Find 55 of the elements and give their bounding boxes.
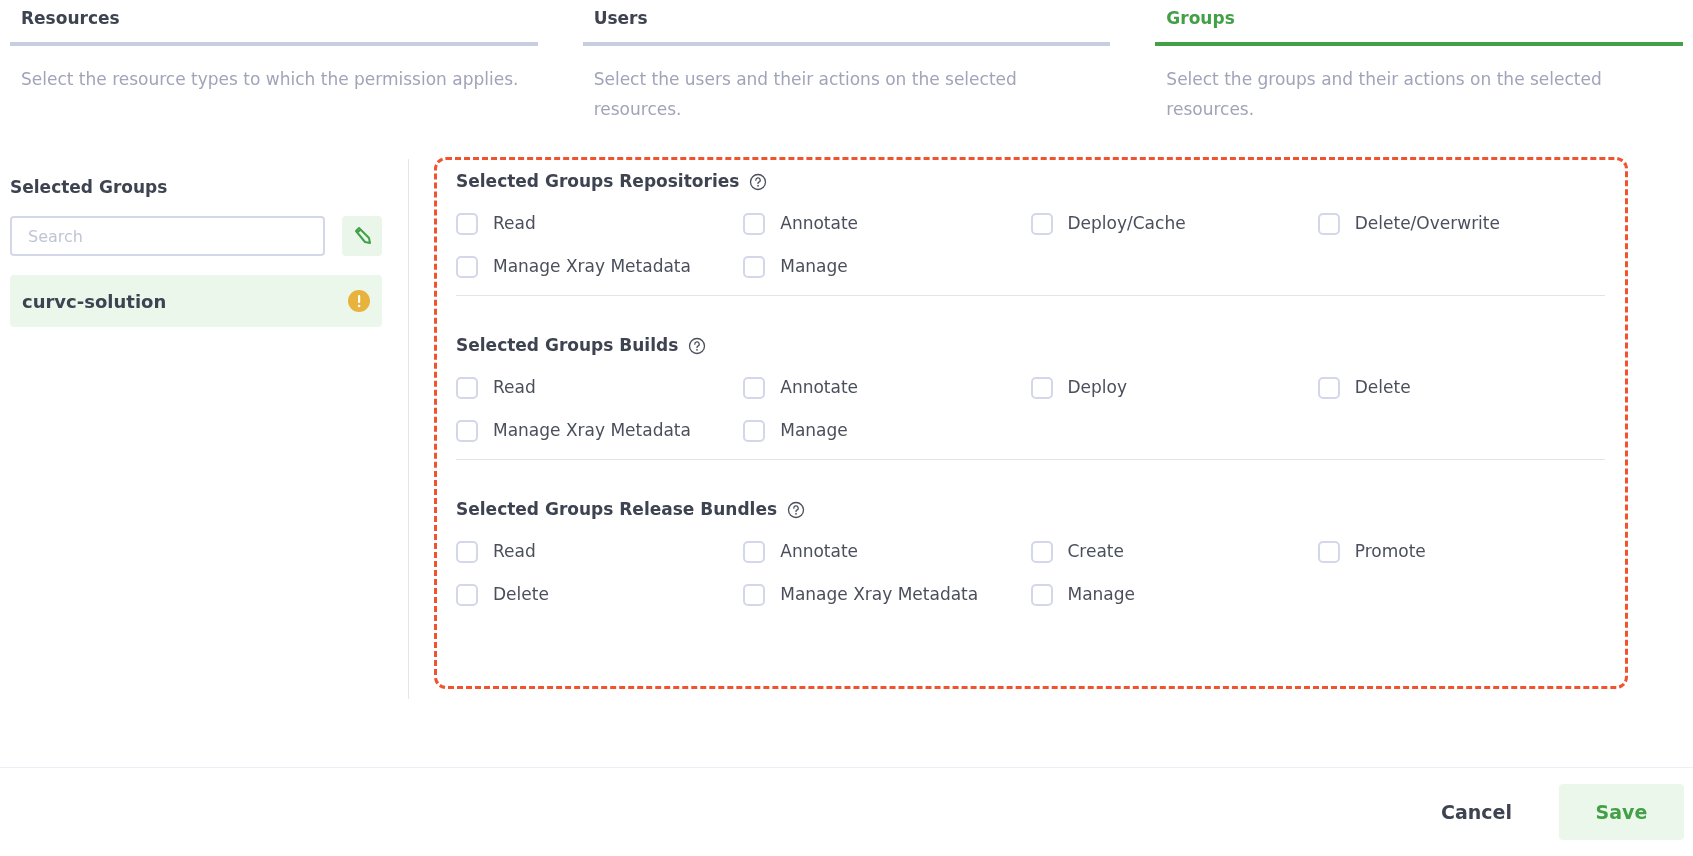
checkbox[interactable] <box>743 377 766 399</box>
step-description: Select the users and their actions on the selected resources. <box>592 67 1018 121</box>
checkbox-label: Manage <box>780 419 848 443</box>
help-icon[interactable] <box>688 336 707 355</box>
checkbox-label: Manage <box>780 255 848 279</box>
checkbox[interactable] <box>743 420 766 442</box>
checkbox[interactable] <box>743 584 766 606</box>
help-icon[interactable] <box>787 500 806 519</box>
checkbox-label: Create <box>1067 540 1124 564</box>
checkbox-label: Delete <box>493 583 549 607</box>
checkbox-label: Manage Xray Metadata <box>493 255 691 279</box>
section-title: Selected Groups Builds <box>456 333 679 357</box>
checkbox[interactable] <box>743 541 766 563</box>
checkbox[interactable] <box>456 541 478 563</box>
help-icon[interactable] <box>749 172 768 191</box>
checkbox[interactable] <box>743 213 766 235</box>
checkbox[interactable] <box>456 377 478 399</box>
group-item[interactable]: curvc-solution <box>10 275 382 327</box>
step-description: Select the resource types to which the permission applies. <box>20 67 520 91</box>
panel-title: Selected Groups <box>10 175 169 199</box>
checkbox[interactable] <box>1030 377 1053 399</box>
checkbox[interactable] <box>1030 213 1053 235</box>
checkbox-label: Read <box>493 540 536 564</box>
checkbox-label: Promote <box>1354 540 1426 564</box>
group-name: curvc-solution <box>22 289 167 314</box>
checkbox[interactable] <box>1317 213 1340 235</box>
checkbox[interactable] <box>456 213 478 235</box>
checkbox-label: Annotate <box>780 212 859 236</box>
search-field[interactable]: Search <box>10 216 325 256</box>
checkbox[interactable] <box>456 256 478 278</box>
edit-button[interactable] <box>341 216 382 256</box>
checkbox[interactable] <box>1317 377 1340 399</box>
cancel-button[interactable]: Cancel <box>1437 797 1516 827</box>
checkbox-label: Annotate <box>780 540 859 564</box>
checkbox[interactable] <box>456 420 478 442</box>
checkbox[interactable] <box>1030 584 1053 606</box>
checkbox-label: Manage Xray Metadata <box>493 419 691 443</box>
checkbox-label: Read <box>493 376 536 400</box>
step-tab[interactable]: Resources <box>10 0 538 46</box>
checkbox[interactable] <box>1030 541 1053 563</box>
checkbox-label: Manage <box>1067 583 1136 607</box>
section-title: Selected Groups Repositories <box>456 169 740 193</box>
checkbox[interactable] <box>743 256 766 278</box>
checkbox-label: Deploy/Cache <box>1067 212 1186 236</box>
step-description: Select the groups and their actions on the selected resources. <box>1165 67 1603 121</box>
checkbox-label: Deploy <box>1067 376 1128 400</box>
checkbox-label: Manage Xray Metadata <box>780 583 979 607</box>
checkbox[interactable] <box>456 584 478 606</box>
checkbox[interactable] <box>1317 541 1340 563</box>
checkbox-label: Annotate <box>780 376 859 400</box>
section-title: Selected Groups Release Bundles <box>456 497 778 521</box>
checkbox-label: Read <box>493 212 536 236</box>
checkbox-label: Delete/Overwrite <box>1354 212 1500 236</box>
step-tab[interactable]: Users <box>582 0 1111 46</box>
checkbox-label: Delete <box>1354 376 1411 400</box>
